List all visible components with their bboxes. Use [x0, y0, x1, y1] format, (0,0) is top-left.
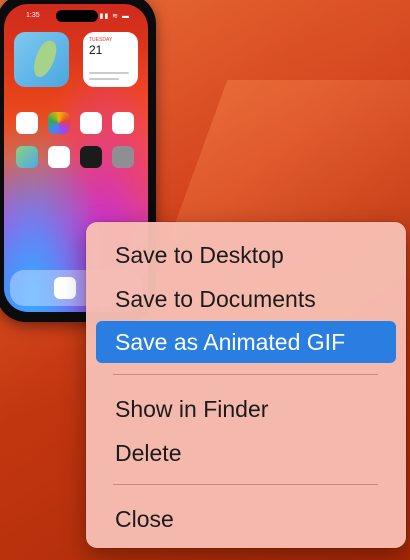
wallet-app-icon[interactable]: [80, 146, 102, 168]
calendar-widget-line: [89, 78, 119, 80]
menu-item-save-to-desktop[interactable]: Save to Desktop: [96, 234, 396, 276]
menu-item-close[interactable]: Close: [96, 498, 396, 540]
menu-item-delete[interactable]: Delete: [96, 432, 396, 474]
health-app-icon[interactable]: [48, 146, 70, 168]
photos-app-icon[interactable]: [48, 112, 70, 134]
calendar-widget[interactable]: TUESDAY 21: [83, 32, 138, 87]
status-time: 1:35: [26, 12, 40, 19]
safari-app-icon[interactable]: [54, 277, 76, 299]
map-landmass: [30, 38, 60, 80]
news-app-icon[interactable]: [112, 112, 134, 134]
menu-item-save-to-documents[interactable]: Save to Documents: [96, 278, 396, 320]
context-menu: Save to Desktop Save to Documents Save a…: [86, 222, 406, 548]
menu-separator: [113, 374, 378, 375]
menu-separator: [113, 484, 378, 485]
reminders-app-icon[interactable]: [80, 112, 102, 134]
maps-app-icon[interactable]: [16, 146, 38, 168]
dynamic-island: [56, 10, 98, 22]
maps-widget[interactable]: [14, 32, 69, 87]
calendar-widget-date: 21: [89, 43, 103, 57]
calendar-widget-line: [89, 72, 129, 74]
menu-item-save-as-animated-gif[interactable]: Save as Animated GIF: [96, 321, 396, 363]
settings-app-icon[interactable]: [112, 146, 134, 168]
menu-item-show-in-finder[interactable]: Show in Finder: [96, 388, 396, 430]
status-icons: ▮▮ ≋ ▬: [99, 13, 130, 20]
calendar-app-icon[interactable]: [16, 112, 38, 134]
